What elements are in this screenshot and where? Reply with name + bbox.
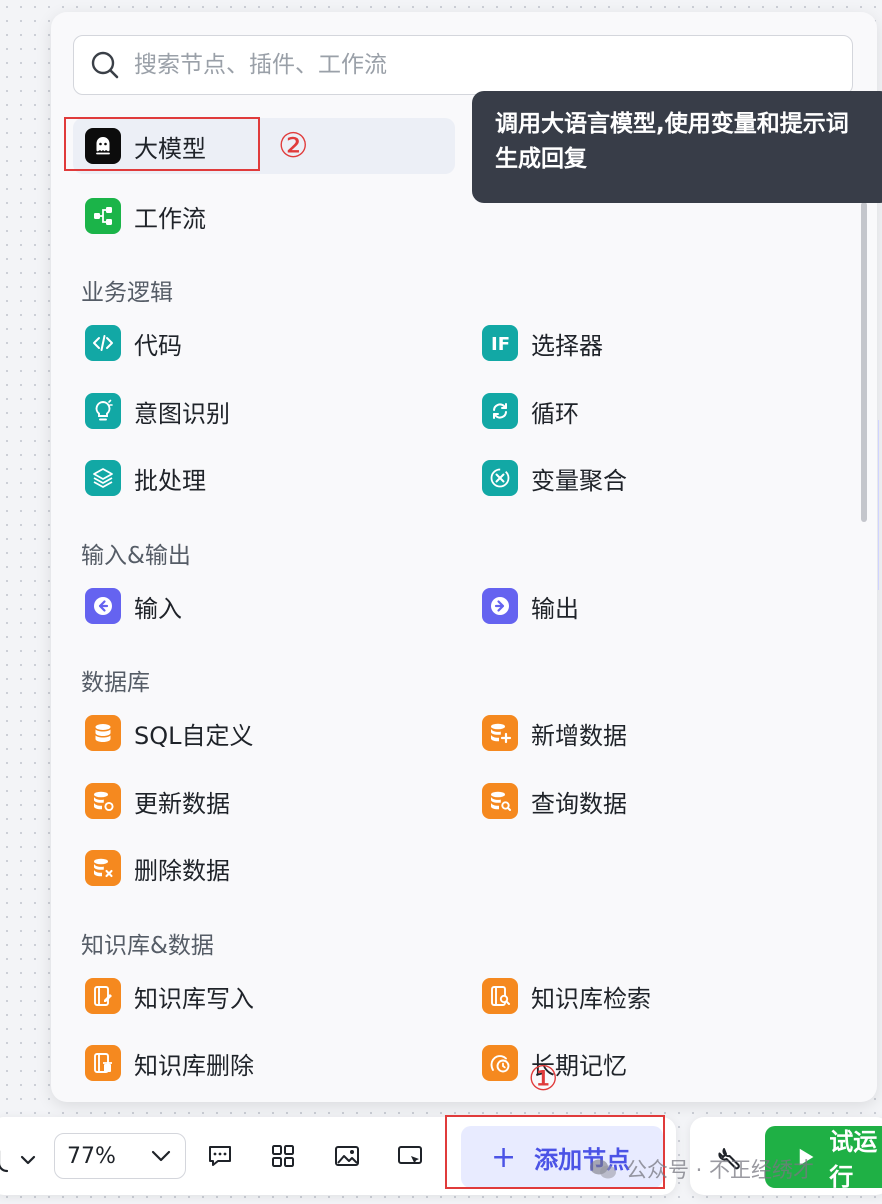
node-label: 输入 [134,594,182,623]
image-icon [335,1146,359,1166]
watermark: 公众号 · 不正经绣才 [588,1154,814,1184]
annotation-number-1: ① [528,1059,559,1099]
database-refresh-icon [85,783,121,819]
panel-scrollbar[interactable] [861,202,867,522]
zoom-value: 77% [67,1143,116,1169]
search-icon [91,51,119,79]
database-icon [85,715,121,751]
node-item-output[interactable]: 输出 [470,578,852,634]
variable-icon [482,460,518,496]
layers-icon [85,460,121,496]
memory-clock-icon [482,1045,518,1081]
knowledge-delete-icon [85,1045,121,1081]
wechat-icon [590,1159,616,1179]
image-button[interactable] [327,1136,367,1176]
annotation-box-llm [64,117,260,171]
lightbulb-icon [85,393,121,429]
node-item-sql[interactable]: SQL自定义 [73,705,455,761]
hand-icon [0,1150,36,1173]
node-item-kb-delete[interactable]: 知识库删除 [73,1035,455,1091]
comment-button[interactable] [200,1136,240,1176]
node-item-variable-aggregate[interactable]: 变量聚合 [470,450,852,506]
tooltip-line-1: 调用大语言模型,使用变量和提示词 [495,111,849,137]
node-label: 知识库检索 [531,984,651,1013]
zoom-select[interactable]: 77% [54,1133,186,1179]
node-item-code[interactable]: 代码 [73,315,455,371]
node-label: 更新数据 [134,789,230,818]
node-label: 循环 [531,399,579,428]
node-item-selector[interactable]: IF 选择器 [470,315,852,371]
tooltip-line-2: 生成回复 [495,146,587,172]
node-label: 代码 [134,331,182,360]
input-arrow-icon [85,588,121,624]
node-label: 选择器 [531,331,603,360]
knowledge-write-icon [85,978,121,1014]
workflow-share-icon [85,198,121,234]
loop-icon [482,393,518,429]
node-label: SQL自定义 [134,721,254,750]
node-item-kb-write[interactable]: 知识库写入 [73,968,455,1024]
node-item-intent[interactable]: 意图识别 [73,383,455,439]
svg-text:IF: IF [491,334,510,355]
node-label: 知识库写入 [134,984,254,1013]
node-label: 删除数据 [134,856,230,885]
database-add-icon [482,715,518,751]
output-arrow-icon [482,588,518,624]
code-icon [85,325,121,361]
node-item-delete-data[interactable]: 删除数据 [73,840,455,896]
knowledge-search-icon [482,978,518,1014]
section-title-logic: 业务逻辑 [81,280,173,306]
node-item-batch[interactable]: 批处理 [73,450,455,506]
if-icon: IF [482,325,518,361]
layout-button[interactable] [263,1136,303,1176]
node-label: 知识库删除 [134,1051,254,1080]
node-item-query-data[interactable]: 查询数据 [470,773,852,829]
watermark-text: 公众号 · 不正经绣才 [626,1158,815,1182]
node-label: 意图识别 [134,399,230,428]
hand-tool-button[interactable] [0,1140,42,1180]
section-title-database: 数据库 [81,670,150,696]
trial-run-label: 试运行 [829,1128,878,1191]
database-search-icon [482,783,518,819]
node-item-input[interactable]: 输入 [73,578,455,634]
chevron-down-icon [151,1150,171,1162]
node-label: 新增数据 [531,721,627,750]
comment-icon [209,1146,231,1166]
database-delete-icon [85,850,121,886]
node-item-update-data[interactable]: 更新数据 [73,773,455,829]
canvas-node-edge [878,420,882,590]
annotation-number-2: ② [278,126,309,166]
search-input[interactable] [134,52,734,78]
search-box[interactable] [73,35,853,95]
minimap-icon [398,1146,422,1164]
llm-tooltip: 调用大语言模型,使用变量和提示词 生成回复 [472,91,882,203]
section-title-io: 输入&输出 [81,543,191,569]
node-item-loop[interactable]: 循环 [470,383,852,439]
node-label: 查询数据 [531,789,627,818]
node-label: 批处理 [134,466,206,495]
node-label: 输出 [531,594,579,623]
node-item-insert-data[interactable]: 新增数据 [470,705,852,761]
node-label: 变量聚合 [531,466,627,495]
section-title-knowledge: 知识库&数据 [81,933,214,959]
node-item-kb-search[interactable]: 知识库检索 [470,968,852,1024]
grid-layout-icon [272,1145,294,1167]
node-label: 工作流 [134,204,206,233]
node-item-workflow[interactable]: 工作流 [73,188,455,244]
minimap-button[interactable] [390,1136,430,1176]
